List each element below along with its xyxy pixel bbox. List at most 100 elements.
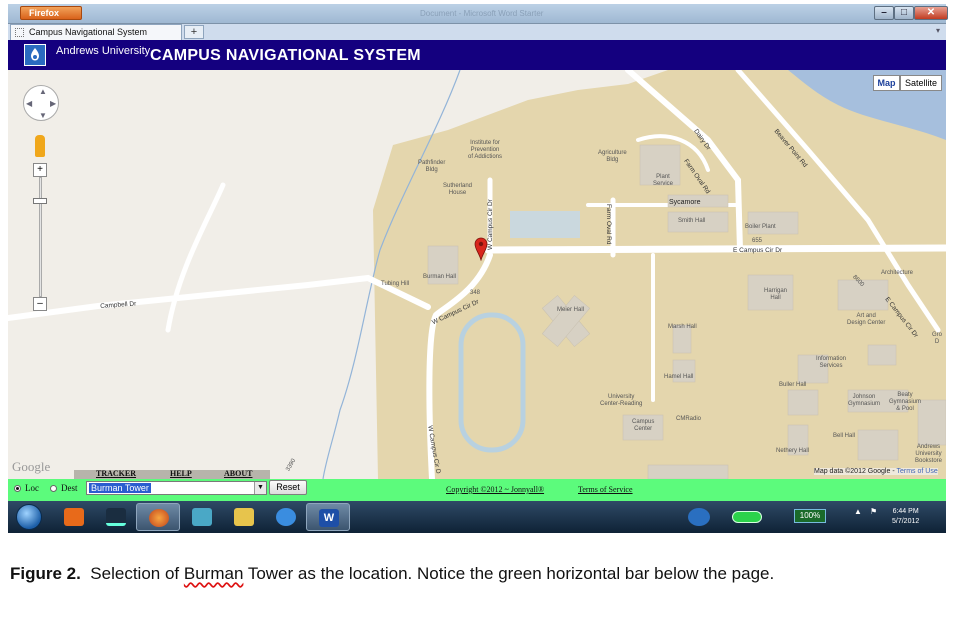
tray-expand-icon[interactable]: ▲ xyxy=(854,507,862,516)
map-label-art-design: Art and Design Center xyxy=(847,313,886,326)
map-label-tubing-hill: Tubing Hill xyxy=(381,281,410,287)
dest-radio[interactable] xyxy=(50,485,57,492)
site-menu: TRACKER HELP ABOUT xyxy=(74,469,270,479)
map-label-buller-hall: Buller Hall xyxy=(779,382,807,388)
battery-percent: 100% xyxy=(794,509,826,523)
map-label-architecture: Architecture xyxy=(881,270,914,276)
campus-map[interactable]: Map Satellite ▲ ◀ ▶ ▼ + – Institute for P… xyxy=(8,70,946,479)
taskbar-firefox[interactable] xyxy=(136,503,180,531)
map-label-johnson-gym: Johnson Gymnasium xyxy=(848,394,881,407)
new-tab-button[interactable]: + xyxy=(184,25,204,39)
folder-icon xyxy=(234,508,254,526)
app-header: Andrews University CAMPUS NAVIGATIONAL S… xyxy=(8,40,946,70)
map-label-gro: Gro D xyxy=(932,332,943,345)
map-label-burman-hall: Burman Hall xyxy=(423,274,457,280)
blank-page-icon xyxy=(15,28,24,37)
browser-title-bar: Firefox Document - Microsoft Word Starte… xyxy=(8,4,948,24)
zoom-slider-track[interactable] xyxy=(39,177,42,297)
selected-location: Burman Tower xyxy=(89,483,151,493)
university-name: Andrews University xyxy=(56,45,151,57)
figure-caption: Figure 2. Selection of Burman Tower as t… xyxy=(10,562,940,586)
terms-of-use-link[interactable]: Terms of Use xyxy=(896,468,937,475)
map-label-smith-hall: Smith Hall xyxy=(678,218,706,224)
taskbar-explorer[interactable] xyxy=(222,503,266,531)
taskbar-word[interactable]: W xyxy=(306,503,350,531)
app-icon xyxy=(106,508,126,526)
zoom-in-button[interactable]: + xyxy=(33,163,47,177)
map-type-satellite-button[interactable]: Satellite xyxy=(900,75,942,91)
taskbar-media-player[interactable] xyxy=(52,503,96,531)
maximize-button[interactable]: □ xyxy=(894,6,914,20)
map-label-address-348: 348 xyxy=(470,290,481,296)
reset-button[interactable]: Reset xyxy=(269,480,307,495)
map-label-andrews-bookstore: Andrews University Bookstore xyxy=(915,444,943,464)
street-view-pegman-icon[interactable] xyxy=(35,135,45,157)
navigation-control-bar: Loc Dest Burman Tower ▼ Reset Copyright … xyxy=(8,479,946,501)
map-label-campus-center: Campus Center xyxy=(632,419,655,432)
menu-tracker-link[interactable]: TRACKER xyxy=(96,469,136,478)
loc-radio[interactable] xyxy=(14,485,21,492)
pan-down-arrow-icon[interactable]: ▼ xyxy=(39,111,47,120)
map-label-nethery-hall: Nethery Hall xyxy=(776,448,810,454)
map-label-cmradio: CMRadio xyxy=(676,416,702,422)
menu-about-link[interactable]: ABOUT xyxy=(224,469,252,478)
google-logo: Google xyxy=(12,459,51,474)
taskbar-app-2[interactable] xyxy=(94,503,138,531)
map-type-map-button[interactable]: Map xyxy=(873,75,900,91)
location-select[interactable]: Burman Tower ▼ xyxy=(86,481,267,495)
pan-up-arrow-icon[interactable]: ▲ xyxy=(39,87,47,96)
road-label-w-campus-cir-vertical: W Campus Cir Dr xyxy=(487,199,494,250)
system-clock[interactable]: 6:44 PM 5/7/2012 xyxy=(892,507,919,527)
map-label-hamel-hall: Hamel Hall xyxy=(664,374,694,380)
map-label-university-center: University Center-Reading xyxy=(600,394,643,407)
map-label-beaty-gym: Beaty Gymnasium & Pool xyxy=(889,392,922,412)
dropdown-arrow-icon[interactable]: ▼ xyxy=(254,482,266,494)
pan-left-arrow-icon[interactable]: ◀ xyxy=(26,99,32,108)
page-title: CAMPUS NAVIGATIONAL SYSTEM xyxy=(150,47,421,64)
internet-explorer-icon xyxy=(276,508,296,526)
map-label-institute: Institute for Prevention of Addictions xyxy=(468,140,503,160)
clock-time: 6:44 PM xyxy=(892,508,919,515)
background-window-title: Document - Microsoft Word Starter xyxy=(420,9,544,18)
caption-word-burman: Burman xyxy=(183,564,244,583)
andrews-university-logo xyxy=(24,44,46,66)
tab-campus-navigational-system[interactable]: Campus Navigational System xyxy=(10,24,182,40)
road-label-e-campus-cir: E Campus Cir Dr xyxy=(733,247,783,254)
road-label-farm-oval-vertical: Farm Oval Rd xyxy=(605,204,612,245)
map-label-bell-hall: Bell Hall xyxy=(833,433,856,439)
firefox-menu-button[interactable]: Firefox xyxy=(20,6,82,20)
pan-control[interactable]: ▲ ◀ ▶ ▼ xyxy=(23,85,59,121)
tab-strip: Campus Navigational System + ▾ xyxy=(8,24,946,40)
map-label-pathfinder: Pathfinder Bldg xyxy=(418,160,446,173)
taskbar-internet-explorer[interactable] xyxy=(264,503,308,531)
tray-battery-icon[interactable] xyxy=(732,511,762,523)
terms-of-service-link[interactable]: Terms of Service xyxy=(578,485,633,494)
tab-list-chevron-icon[interactable]: ▾ xyxy=(936,26,940,35)
map-label-information-services: Information Services xyxy=(816,356,847,369)
tray-network-icon[interactable] xyxy=(688,508,710,526)
clock-date: 5/7/2012 xyxy=(892,518,920,525)
figure-number: Figure 2. xyxy=(10,564,81,583)
map-label-sycamore: Sycamore xyxy=(669,199,701,206)
caption-text-post: Tower as the location. Notice the green … xyxy=(243,564,775,583)
copyright-link[interactable]: Copyright ©2012 ~ Jonnyall® xyxy=(446,485,544,494)
tray-flag-icon[interactable]: ⚑ xyxy=(870,507,877,516)
zoom-out-button[interactable]: – xyxy=(33,297,47,311)
menu-help-link[interactable]: HELP xyxy=(170,469,192,478)
map-label-plant-service: Plant Service xyxy=(653,174,674,187)
word-icon: W xyxy=(319,509,339,527)
map-label-harrigan-hall: Harrigan Hall xyxy=(764,288,788,301)
map-label-meier-hall: Meier Hall xyxy=(557,307,585,313)
pan-right-arrow-icon[interactable]: ▶ xyxy=(50,99,56,108)
start-button[interactable] xyxy=(16,504,42,530)
media-player-icon xyxy=(64,508,84,526)
minimize-button[interactable]: – xyxy=(874,6,894,20)
map-attribution: Map data ©2012 Google - Terms of Use xyxy=(814,468,938,475)
map-label-agriculture: Agriculture Bldg xyxy=(598,150,627,163)
map-label-address-655: 655 xyxy=(752,238,763,244)
taskbar-app-4[interactable] xyxy=(180,503,224,531)
zoom-slider-handle[interactable] xyxy=(33,198,47,204)
close-button[interactable]: ✕ xyxy=(914,6,948,20)
map-canvas xyxy=(8,70,946,479)
map-label-sutherland: Sutherland House xyxy=(443,183,473,196)
